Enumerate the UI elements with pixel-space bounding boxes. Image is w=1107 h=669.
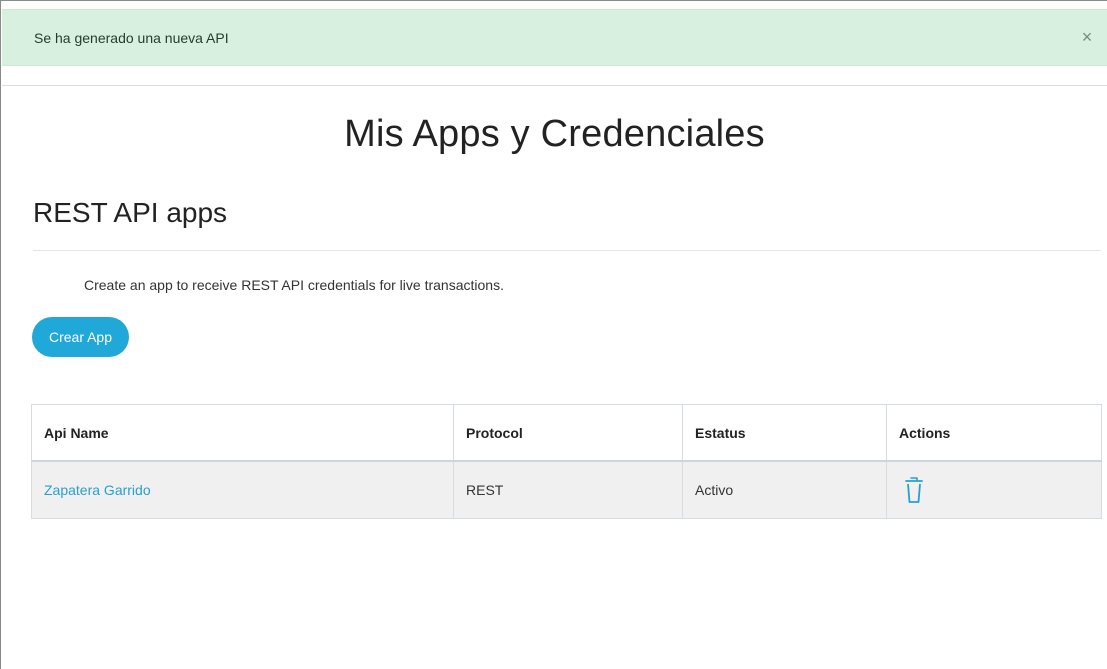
create-app-button[interactable]: Crear App: [32, 317, 129, 357]
divider: [2, 85, 1107, 86]
api-name-cell: Zapatera Garrido: [31, 460, 454, 519]
actions-cell: [886, 460, 1102, 519]
trash-icon[interactable]: [904, 475, 924, 505]
status-cell: Activo: [682, 460, 887, 519]
section-divider: [33, 250, 1101, 251]
column-header-status: Estatus: [682, 404, 887, 462]
protocol-cell: REST: [453, 460, 683, 519]
table-header-row: Api Name Protocol Estatus Actions: [31, 404, 1102, 462]
table-row: Zapatera Garrido REST Activo: [31, 460, 1102, 519]
success-alert: Se ha generado una nueva API ×: [2, 9, 1107, 66]
app-window: Se ha generado una nueva API × Mis Apps …: [0, 0, 1107, 669]
column-header-api-name: Api Name: [31, 404, 454, 462]
close-icon[interactable]: ×: [1077, 27, 1097, 47]
alert-message: Se ha generado una nueva API: [34, 29, 229, 46]
section-description: Create an app to receive REST API creden…: [84, 277, 504, 293]
api-name-link[interactable]: Zapatera Garrido: [44, 482, 151, 498]
page-title: Mis Apps y Credenciales: [344, 113, 765, 155]
column-header-protocol: Protocol: [453, 404, 683, 462]
section-title: REST API apps: [33, 197, 228, 228]
column-header-actions: Actions: [886, 404, 1102, 462]
apps-table: Api Name Protocol Estatus Actions Zapate…: [31, 404, 1102, 519]
